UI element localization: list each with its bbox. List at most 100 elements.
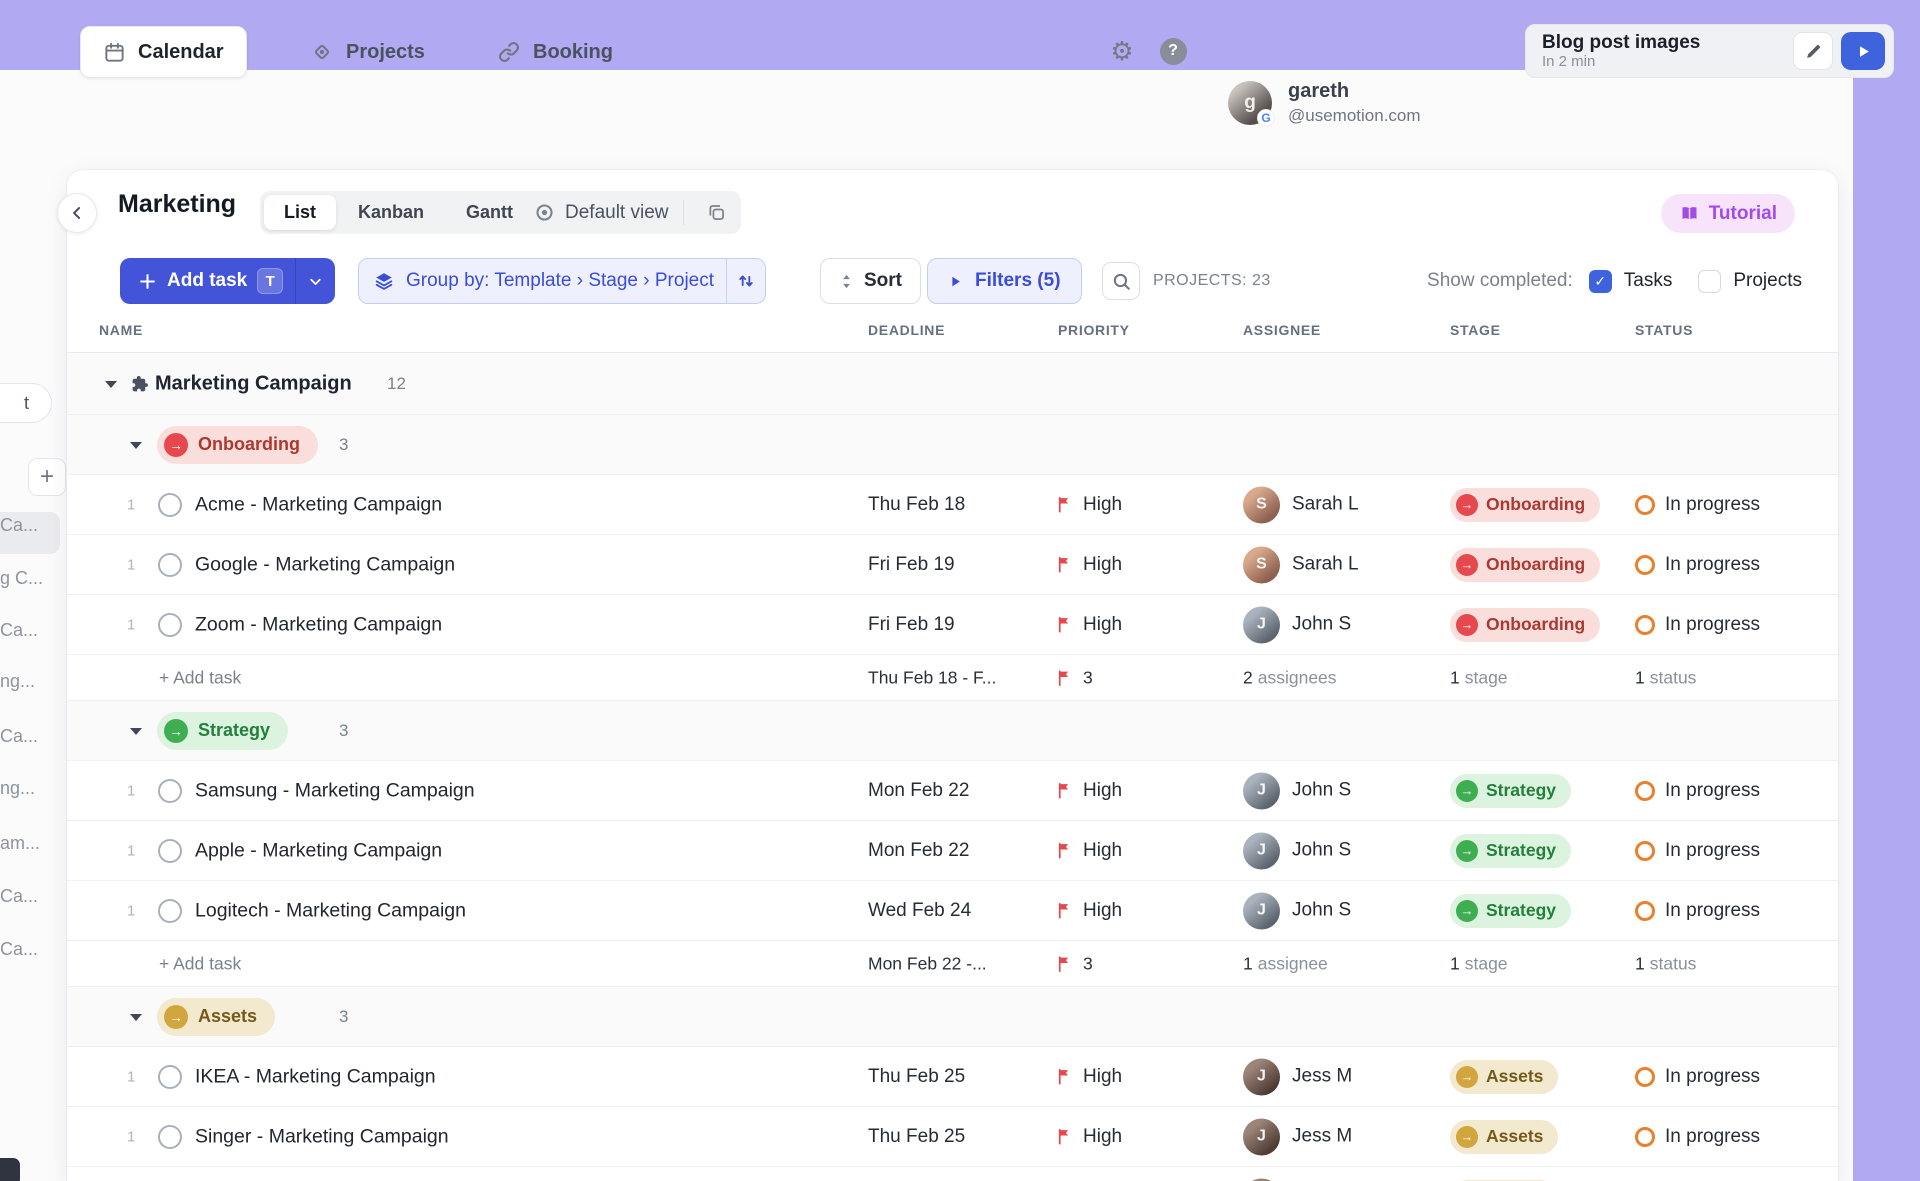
task-assignee[interactable]: SSarah L [1243, 546, 1359, 583]
task-deadline[interactable]: Fri Feb 19 [868, 614, 955, 636]
task-name[interactable]: Google - Marketing Campaign [195, 553, 455, 576]
edit-task-button[interactable] [1793, 32, 1833, 70]
task-complete-circle[interactable] [158, 493, 182, 517]
search-button[interactable] [1102, 262, 1140, 300]
task-row[interactable]: 1 Logitech - Marketing Campaign Wed Feb … [67, 881, 1838, 941]
task-assignee[interactable]: JJess M [1243, 1118, 1352, 1155]
task-complete-circle[interactable] [158, 553, 182, 577]
sidebar-add-button[interactable]: + [28, 458, 66, 496]
stage-group-pill[interactable]: → Onboarding [157, 426, 318, 464]
add-task-inline-button[interactable]: + Add task [159, 953, 241, 974]
task-name[interactable]: Singer - Marketing Campaign [195, 1125, 449, 1148]
caret-down-icon[interactable] [130, 728, 142, 735]
tutorial-button[interactable]: Tutorial [1661, 194, 1795, 233]
nav-projects-button[interactable]: Projects [288, 26, 447, 78]
task-name[interactable]: Logitech - Marketing Campaign [195, 899, 466, 922]
task-status[interactable]: In progress [1635, 554, 1760, 576]
sort-button[interactable]: Sort [820, 258, 921, 304]
task-assignee[interactable]: JJohn S [1243, 832, 1351, 869]
stage-group-row[interactable]: → Onboarding 3 [67, 415, 1838, 475]
sidebar-item[interactable]: ng... [0, 778, 66, 799]
task-deadline[interactable]: Fri Feb 19 [868, 554, 955, 576]
task-assignee[interactable]: JJohn S [1243, 772, 1351, 809]
tab-list[interactable]: List [264, 195, 336, 230]
stage-group-row[interactable]: → Assets 3 [67, 987, 1838, 1047]
sidebar-user-avatar[interactable] [0, 1158, 20, 1181]
task-complete-circle[interactable] [158, 613, 182, 637]
task-status[interactable]: In progress [1635, 1126, 1760, 1148]
task-name[interactable]: Samsung - Marketing Campaign [195, 779, 475, 802]
add-task-inline-button[interactable]: + Add task [159, 667, 241, 688]
task-row[interactable]: 1 Acme - Marketing Campaign Thu Feb 18 H… [67, 475, 1838, 535]
nav-calendar-button[interactable]: Calendar [80, 26, 247, 78]
group-order-button[interactable] [727, 271, 765, 291]
task-stage[interactable]: →Onboarding [1450, 608, 1600, 642]
filters-button[interactable]: Filters (5) [927, 258, 1082, 304]
stage-group-row[interactable]: → Strategy 3 [67, 701, 1838, 761]
duplicate-view-button[interactable] [698, 202, 735, 223]
task-row[interactable]: 1 Honda - Marketing Campaign Fri Feb 26 … [67, 1167, 1838, 1181]
task-deadline[interactable]: Mon Feb 22 [868, 780, 969, 802]
task-row[interactable]: 1 Samsung - Marketing Campaign Mon Feb 2… [67, 761, 1838, 821]
task-stage[interactable]: →Strategy [1450, 894, 1571, 928]
caret-down-icon[interactable] [105, 381, 117, 388]
task-priority[interactable]: High [1055, 494, 1122, 516]
add-task-button[interactable]: Add task T [120, 258, 335, 304]
sidebar-item[interactable]: Ca... [0, 726, 66, 747]
stage-group-pill[interactable]: → Assets [157, 998, 275, 1036]
nav-booking-button[interactable]: Booking [475, 26, 635, 78]
task-priority[interactable]: High [1055, 780, 1122, 802]
task-row[interactable]: 1 IKEA - Marketing Campaign Thu Feb 25 H… [67, 1047, 1838, 1107]
task-priority[interactable]: High [1055, 554, 1122, 576]
sidebar-item[interactable]: g C... [0, 568, 66, 589]
task-row[interactable]: 1 Apple - Marketing Campaign Mon Feb 22 … [67, 821, 1838, 881]
task-status[interactable]: In progress [1635, 1066, 1760, 1088]
task-name[interactable]: Acme - Marketing Campaign [195, 493, 442, 516]
stage-group-pill[interactable]: → Strategy [157, 712, 288, 750]
caret-down-icon[interactable] [130, 1014, 142, 1021]
tasks-checkbox[interactable]: ✓ [1589, 270, 1612, 293]
task-assignee[interactable]: SSarah L [1243, 486, 1359, 523]
task-deadline[interactable]: Thu Feb 18 [868, 494, 965, 516]
caret-down-icon[interactable] [130, 442, 142, 449]
task-stage[interactable]: →Onboarding [1450, 488, 1600, 522]
task-status[interactable]: In progress [1635, 494, 1760, 516]
sidebar-item[interactable]: ng... [0, 671, 66, 692]
sidebar-item[interactable]: Ca... [0, 939, 66, 960]
settings-gear-button[interactable]: ⚙ [1107, 36, 1137, 66]
task-priority[interactable]: High [1055, 614, 1122, 636]
help-button[interactable]: ? [1158, 36, 1188, 66]
task-status[interactable]: In progress [1635, 900, 1760, 922]
task-complete-circle[interactable] [158, 839, 182, 863]
task-deadline[interactable]: Thu Feb 25 [868, 1126, 965, 1148]
task-assignee[interactable]: JJess M [1243, 1058, 1352, 1095]
task-deadline[interactable]: Wed Feb 24 [868, 900, 971, 922]
sidebar-item[interactable]: am... [0, 833, 66, 854]
task-stage[interactable]: →Strategy [1450, 834, 1571, 868]
task-complete-circle[interactable] [158, 779, 182, 803]
task-assignee[interactable]: JJohn S [1243, 606, 1351, 643]
group-by-button[interactable]: Group by: Template › Stage › Project [358, 258, 766, 304]
task-name[interactable]: IKEA - Marketing Campaign [195, 1065, 436, 1088]
task-complete-circle[interactable] [158, 899, 182, 923]
task-stage[interactable]: →Assets [1450, 1060, 1558, 1094]
task-assignee[interactable]: JJohn S [1243, 892, 1351, 929]
task-priority[interactable]: High [1055, 1066, 1122, 1088]
task-row[interactable]: 1 Zoom - Marketing Campaign Fri Feb 19 H… [67, 595, 1838, 655]
task-complete-circle[interactable] [158, 1125, 182, 1149]
task-stage[interactable]: →Assets [1450, 1120, 1558, 1154]
add-task-dropdown[interactable] [296, 273, 335, 290]
sidebar-item[interactable]: Ca... [0, 515, 66, 536]
task-status[interactable]: In progress [1635, 780, 1760, 802]
task-row[interactable]: 1 Singer - Marketing Campaign Thu Feb 25… [67, 1107, 1838, 1167]
task-stage[interactable]: →Onboarding [1450, 548, 1600, 582]
task-deadline[interactable]: Thu Feb 25 [868, 1066, 965, 1088]
task-name[interactable]: Zoom - Marketing Campaign [195, 613, 442, 636]
task-priority[interactable]: High [1055, 840, 1122, 862]
sidebar-item[interactable]: Ca... [0, 886, 66, 907]
template-group-row[interactable]: Marketing Campaign 12 [67, 353, 1838, 415]
projects-checkbox[interactable] [1698, 270, 1721, 293]
start-task-button[interactable] [1841, 32, 1885, 70]
task-status[interactable]: In progress [1635, 840, 1760, 862]
task-stage[interactable]: →Strategy [1450, 774, 1571, 808]
